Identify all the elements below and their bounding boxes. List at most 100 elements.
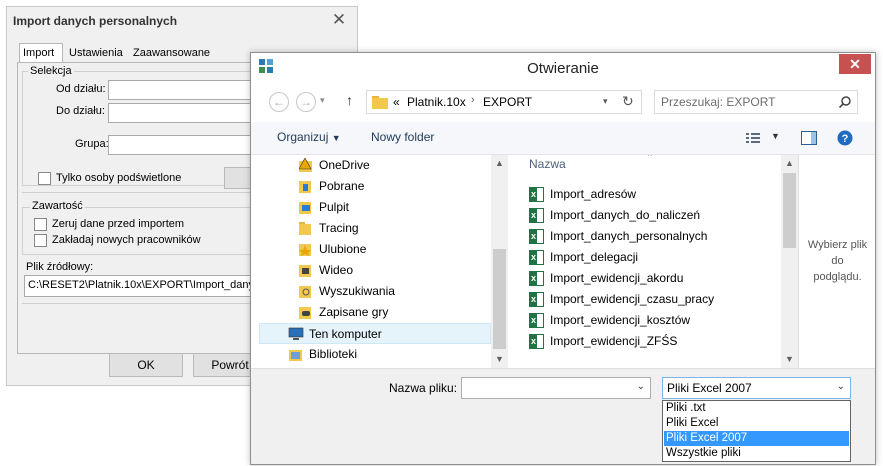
scroll-down-icon[interactable]: ▼ (491, 351, 508, 368)
tab-ustawienia[interactable]: Ustawienia (65, 43, 127, 63)
preview-pane-icon[interactable] (801, 131, 817, 145)
nav-item-wyszukiwania[interactable]: Wyszukiwania (251, 281, 491, 302)
file-name: Import_ewidencji_czasu_pracy (550, 292, 715, 306)
file-list-scrollbar[interactable]: ▲ ▼ (781, 155, 798, 368)
refresh-icon[interactable]: ↻ (622, 93, 634, 110)
new-folder-button[interactable]: Nowy folder (371, 130, 434, 144)
navigation-pane: OneDrive Pobrane Pulpit Tracing Ulubione… (251, 155, 509, 368)
folder-icon (372, 96, 388, 109)
favorites-folder-icon (299, 244, 311, 256)
file-name: Import_ewidencji_ZFŚS (550, 334, 678, 348)
organize-button[interactable]: Organizuj ▼ (277, 130, 341, 144)
search-input[interactable]: Przeszukaj: EXPORT (654, 90, 858, 114)
tab-zaawansowane[interactable]: Zaawansowane (129, 43, 213, 63)
file-type-select[interactable]: Pliki Excel 2007 ⌄ (662, 377, 851, 399)
file-item[interactable]: x Import_ewidencji_czasu_pracy (527, 289, 782, 310)
scroll-thumb[interactable] (783, 173, 796, 248)
search-placeholder: Przeszukaj: EXPORT (661, 95, 776, 109)
file-type-option-excel[interactable]: Pliki Excel (664, 416, 849, 431)
selection-group-label: Selekcja (28, 65, 74, 77)
nav-item-tracing[interactable]: Tracing (251, 218, 491, 239)
up-arrow-icon[interactable]: ↑ (346, 92, 353, 108)
file-type-selected: Pliki Excel 2007 (667, 381, 752, 395)
file-item[interactable]: x Import_ewidencji_akordu (527, 268, 782, 289)
tab-import[interactable]: Import (19, 43, 63, 63)
search-icon[interactable] (839, 96, 851, 108)
forward-arrow-icon[interactable]: → (296, 92, 316, 112)
file-type-option-all[interactable]: Wszystkie pliki (664, 446, 849, 461)
scroll-up-icon[interactable]: ▲ (491, 155, 508, 172)
file-item[interactable]: x Import_danych_do_naliczeń (527, 205, 782, 226)
filename-input[interactable]: ⌄ (461, 377, 651, 399)
breadcrumb-item-platnik[interactable]: Platnik.10x (407, 95, 466, 109)
nav-item-pulpit[interactable]: Pulpit (251, 197, 491, 218)
history-dropdown-icon[interactable]: ▾ (320, 95, 325, 106)
nav-item-zapisane-gry[interactable]: Zapisane gry (251, 302, 491, 323)
excel-file-icon: x (529, 334, 544, 349)
preview-line: podglądu. (813, 271, 862, 283)
file-type-option-excel-2007[interactable]: Pliki Excel 2007 (664, 431, 849, 446)
preview-line: Wybierz plik (807, 239, 868, 251)
close-button[interactable]: ✕ (839, 54, 871, 74)
scroll-thumb[interactable] (493, 249, 506, 349)
file-item[interactable]: x Import_danych_personalnych (527, 226, 782, 247)
nav-item-wideo[interactable]: Wideo (251, 260, 491, 281)
column-header-name[interactable]: Nazwa (529, 157, 566, 171)
excel-file-icon: x (529, 187, 544, 202)
od-dzialu-label: Od działu: (56, 83, 106, 95)
close-icon[interactable]: ✕ (327, 9, 351, 31)
chevron-down-icon[interactable]: ▼ (771, 131, 780, 141)
address-bar[interactable]: « Platnik.10x › EXPORT ▾ ↻ (366, 90, 642, 114)
videos-folder-icon (299, 265, 311, 277)
nav-label: Wyszukiwania (319, 284, 395, 298)
chevron-down-icon[interactable]: ▾ (603, 96, 608, 107)
file-item[interactable]: x Import_delegacji (527, 247, 782, 268)
breadcrumb-prefix[interactable]: « (393, 95, 400, 109)
nav-item-biblioteki[interactable]: Biblioteki (251, 344, 491, 365)
file-item[interactable]: x Import_adresów (527, 184, 782, 205)
scroll-up-icon[interactable]: ▲ (781, 155, 798, 172)
nav-label: Pobrane (319, 179, 365, 193)
chevron-down-icon[interactable]: ⌄ (837, 381, 845, 392)
onedrive-folder-icon (299, 158, 312, 172)
chevron-right-icon[interactable]: › (471, 94, 475, 106)
import-dialog-title: Import danych personalnych (13, 14, 178, 28)
nav-label: Zapisane gry (319, 305, 389, 319)
computer-icon (288, 327, 304, 340)
file-type-option-txt[interactable]: Pliki .txt (664, 401, 849, 416)
breadcrumb-item-export[interactable]: EXPORT (483, 95, 532, 109)
file-item[interactable]: x Import_ewidencji_kosztów (527, 310, 782, 331)
back-arrow-icon[interactable]: ← (269, 92, 289, 112)
add-new-checkbox[interactable] (34, 234, 47, 247)
chevron-down-icon[interactable]: ⌄ (637, 381, 645, 392)
ok-button[interactable]: OK (109, 353, 183, 377)
scroll-down-icon[interactable]: ▼ (781, 351, 798, 368)
navigation-scrollbar[interactable]: ▲ ▼ (491, 155, 508, 368)
nav-label: Biblioteki (309, 347, 358, 361)
preview-message: Wybierz plik do podglądu. (799, 237, 876, 285)
folder-icon (299, 222, 311, 235)
nav-label: Ulubione (319, 242, 367, 256)
excel-file-icon: x (529, 229, 544, 244)
sort-indicator-icon: ^ (648, 155, 652, 161)
dialog-title: Otwieranie (527, 60, 599, 77)
file-name: Import_ewidencji_akordu (550, 271, 684, 285)
nav-item-ulubione[interactable]: Ulubione (251, 239, 491, 260)
title-bar: Otwieranie ✕ (251, 53, 875, 84)
nav-label: Tracing (319, 221, 359, 235)
file-item[interactable]: x Import_ewidencji_ZFŚS (527, 331, 782, 352)
nav-item-ten-komputer[interactable]: Ten komputer (259, 323, 491, 344)
nav-item-pobrane[interactable]: Pobrane (251, 176, 491, 197)
view-options-icon[interactable] (746, 133, 760, 144)
excel-file-icon: x (529, 271, 544, 286)
nav-label: Pulpit (319, 200, 350, 214)
only-highlighted-checkbox[interactable] (38, 172, 51, 185)
source-file-label: Plik źródłowy: (26, 261, 94, 273)
nav-item-onedrive[interactable]: OneDrive (251, 155, 491, 176)
file-name: Import_ewidencji_kosztów (550, 313, 691, 327)
zero-data-checkbox[interactable] (34, 218, 47, 231)
preview-pane: Wybierz plik do podglądu. (798, 155, 875, 368)
searches-folder-icon (299, 286, 311, 298)
only-highlighted-label: Tylko osoby podświetlone (56, 172, 182, 184)
help-icon[interactable]: ? (837, 130, 853, 146)
